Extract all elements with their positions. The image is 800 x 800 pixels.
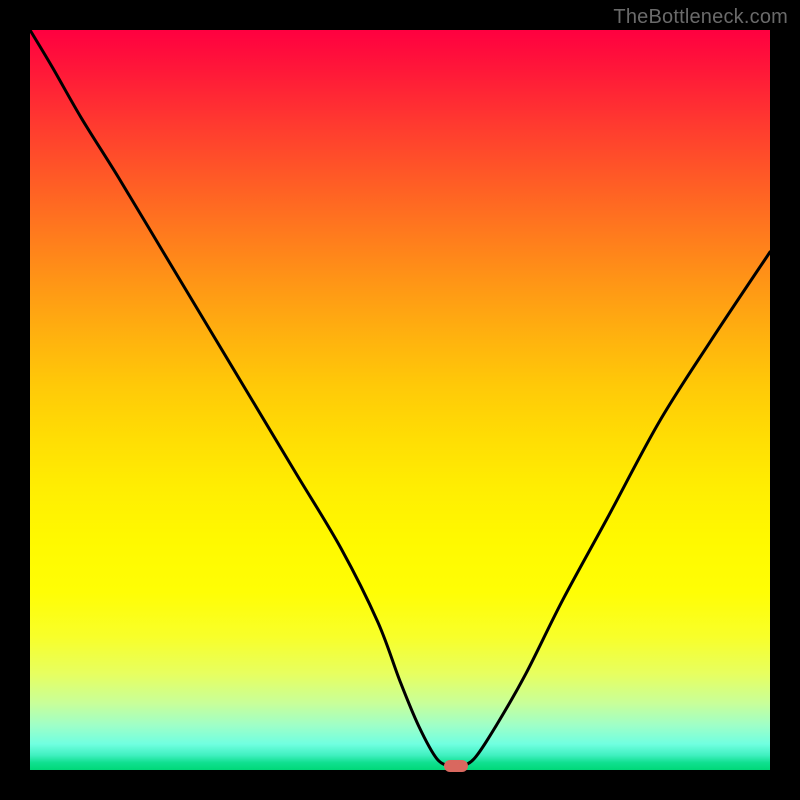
plot-area (30, 30, 770, 770)
chart-frame: TheBottleneck.com (0, 0, 800, 800)
watermark-text: TheBottleneck.com (613, 6, 788, 29)
optimum-marker (444, 760, 468, 772)
curve-svg (30, 30, 770, 770)
bottleneck-curve (30, 30, 770, 767)
